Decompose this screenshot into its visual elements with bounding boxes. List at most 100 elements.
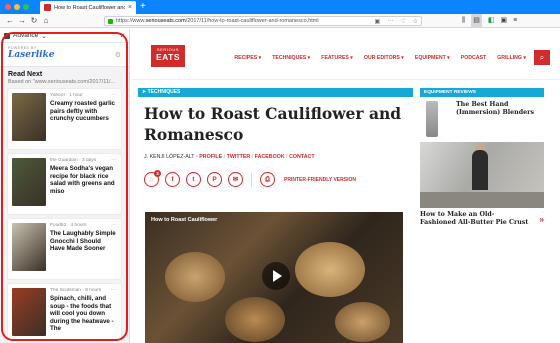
byline: J. KENJI LÓPEZ-ALT • PROFILE / TWITTER /…	[144, 154, 315, 160]
screenshot-icon[interactable]: ▣	[500, 14, 507, 28]
nav-our-editors[interactable]: OUR EDITORS ▾	[364, 55, 404, 61]
card-thumbnail[interactable]	[12, 223, 46, 271]
list-item[interactable]: The Scotsman · 8 hours Spinach, chilli, …	[8, 284, 121, 343]
forward-icon[interactable]: →	[16, 14, 28, 28]
video-player[interactable]: How to Roast Cauliflower	[145, 212, 403, 343]
facebook-icon[interactable]: f	[165, 172, 180, 187]
card-thumbnail[interactable]	[12, 158, 46, 206]
play-icon[interactable]	[262, 262, 290, 290]
menu-icon[interactable]: ≡	[513, 14, 517, 28]
read-next-subtitle: Based on "www.seriouseats.com/2017/11/..…	[8, 79, 116, 85]
comment-icon[interactable]: ◌ 3	[144, 170, 161, 187]
twitter-icon[interactable]: t	[186, 172, 201, 187]
sidebar-title-dropdown[interactable]: Advance	[13, 32, 38, 39]
tab-title: How to Roast Cauliflower and Ro	[54, 4, 125, 11]
comment-count-badge: 3	[154, 170, 161, 177]
window-maximize-button[interactable]	[23, 4, 29, 10]
nav-equipment[interactable]: EQUIPMENT ▾	[415, 55, 450, 61]
blender-image	[426, 101, 438, 137]
nav-features[interactable]: FEATURES ▾	[321, 55, 353, 61]
print-icon[interactable]: ⎙	[260, 172, 275, 187]
card-title[interactable]: Meera Sodha's vegan recipe for black ric…	[50, 165, 117, 195]
card-source: Yahoo! · 1 hour	[50, 93, 83, 98]
pie-crust-video-image[interactable]	[420, 142, 544, 208]
author-name[interactable]: J. KENJI LÓPEZ-ALT	[144, 154, 194, 160]
card-source: Food52 · 4 hours	[50, 223, 87, 228]
list-item[interactable]: Yahoo! · 1 hour Creamy roasted garlic pa…	[8, 89, 121, 149]
author-contact-link[interactable]: CONTACT	[289, 154, 315, 160]
serious-eats-logo[interactable]: SERIOUS EATS	[151, 45, 185, 67]
more-icon[interactable]: ···	[111, 287, 117, 293]
video-title: How to Roast Cauliflower	[151, 217, 218, 223]
card-thumbnail[interactable]	[12, 288, 46, 336]
advance-sidebar: Advance ⌄ × POWERED BY Laserlike ⚙ Read …	[0, 29, 130, 343]
pinterest-icon[interactable]: P	[207, 172, 222, 187]
promo-title[interactable]: The Best Hand (Immersion) Blenders	[456, 101, 540, 117]
author-twitter-link[interactable]: TWITTER	[227, 154, 251, 160]
cauliflower-image	[165, 252, 225, 302]
article-area: ➤ TECHNIQUES How to Roast Cauliflower an…	[131, 80, 560, 343]
share-bar: ◌ 3 f t P ✉ ⎙ PRINTER-FRIENDLY VERSION	[144, 170, 356, 187]
list-item[interactable]: Food52 · 4 hours The Laughably Simple Gn…	[8, 219, 121, 279]
sidebar-header: Advance ⌄ ×	[0, 29, 129, 43]
nav-podcast[interactable]: PODCAST	[461, 55, 486, 61]
sidebar-brand: POWERED BY Laserlike ⚙	[0, 43, 129, 67]
card-title[interactable]: Creamy roasted garlic pairs deftly with …	[50, 100, 117, 123]
card-source: The Scotsman · 8 hours	[50, 288, 102, 293]
card-thumbnail[interactable]	[12, 93, 46, 141]
nav-grilling[interactable]: GRILLING ▾	[497, 55, 526, 61]
read-next-list: Yahoo! · 1 hour Creamy roasted garlic pa…	[0, 85, 129, 343]
rail-section-label[interactable]: EQUIPMENT REVIEWS	[420, 88, 544, 97]
bookmark-star-icon[interactable]: ☆	[413, 18, 418, 25]
read-next-header: Read Next Based on "www.seriouseats.com/…	[0, 67, 129, 85]
equipment-rail: EQUIPMENT REVIEWS The Best Hand (Immersi…	[420, 88, 544, 227]
card-title[interactable]: Spinach, chilli, and soup - the foods th…	[50, 295, 117, 333]
advance-logo-icon	[4, 32, 10, 39]
reload-icon[interactable]: ↻	[28, 14, 40, 28]
arrow-icon[interactable]: »	[540, 215, 544, 224]
nav-techniques[interactable]: TECHNIQUES ▾	[272, 55, 310, 61]
more-icon[interactable]: ···	[111, 92, 117, 98]
page-actions-icon[interactable]: ···	[387, 18, 393, 24]
url-text[interactable]: https://www.seriouseats.com/2017/11/how-…	[116, 18, 368, 24]
email-icon[interactable]: ✉	[228, 172, 243, 187]
printer-friendly-link[interactable]: PRINTER-FRIENDLY VERSION	[284, 177, 356, 183]
laserlike-logo[interactable]: Laserlike	[8, 50, 121, 60]
nav-recipes[interactable]: RECIPES ▾	[234, 55, 261, 61]
promo-title[interactable]: How to Make an Old-Fashioned All-Butter …	[420, 211, 530, 227]
gear-icon[interactable]: ⚙	[115, 51, 121, 59]
section-label[interactable]: ➤ TECHNIQUES	[138, 88, 413, 97]
card-source: the Guardian · 3 days	[50, 158, 97, 163]
home-icon[interactable]: ⌂	[40, 14, 52, 28]
extension-icon[interactable]: ◧	[488, 14, 495, 28]
url-bar[interactable]: https://www.seriouseats.com/2017/11/how-…	[104, 16, 422, 26]
navigation-toolbar: ← → ↻ ⌂ https://www.seriouseats.com/2017…	[0, 14, 560, 28]
new-tab-button[interactable]: +	[140, 1, 146, 13]
list-item[interactable]: the Guardian · 3 days Meera Sodha's vega…	[8, 154, 121, 214]
reader-view-icon[interactable]: ▣	[375, 18, 381, 25]
library-icon[interactable]: ⫼	[462, 14, 465, 28]
page-title: How to Roast Cauliflower and Romanesco	[144, 104, 402, 144]
cauliflower-image	[225, 297, 285, 342]
promo-blenders[interactable]: The Best Hand (Immersion) Blenders	[420, 99, 544, 139]
tab-close-icon[interactable]: ×	[128, 4, 132, 11]
window-close-button[interactable]	[5, 4, 11, 10]
chevron-down-icon[interactable]: ⌄	[41, 32, 46, 40]
toolbar-icons: ⫼ ▤ ◧ ▣ ≡	[462, 14, 517, 28]
read-next-title: Read Next	[8, 71, 43, 78]
divider	[251, 172, 252, 187]
more-icon[interactable]: ···	[111, 157, 117, 163]
cauliflower-image	[335, 302, 390, 342]
pocket-icon[interactable]: ♡	[400, 18, 405, 25]
author-profile-link[interactable]: PROFILE	[199, 154, 222, 160]
window-minimize-button[interactable]	[14, 4, 20, 10]
active-tab[interactable]: How to Roast Cauliflower and Ro ×	[40, 1, 136, 14]
back-icon[interactable]: ←	[4, 14, 16, 28]
sidebar-toggle-icon[interactable]: ▤	[471, 14, 482, 28]
search-icon[interactable]: ⌕	[534, 50, 550, 65]
card-title[interactable]: The Laughably Simple Gnocchi I Should Ha…	[50, 230, 117, 253]
author-facebook-link[interactable]: FACEBOOK	[255, 154, 285, 160]
more-icon[interactable]: ···	[111, 222, 117, 228]
lock-icon	[108, 18, 113, 24]
sidebar-close-icon[interactable]: ×	[120, 31, 125, 40]
